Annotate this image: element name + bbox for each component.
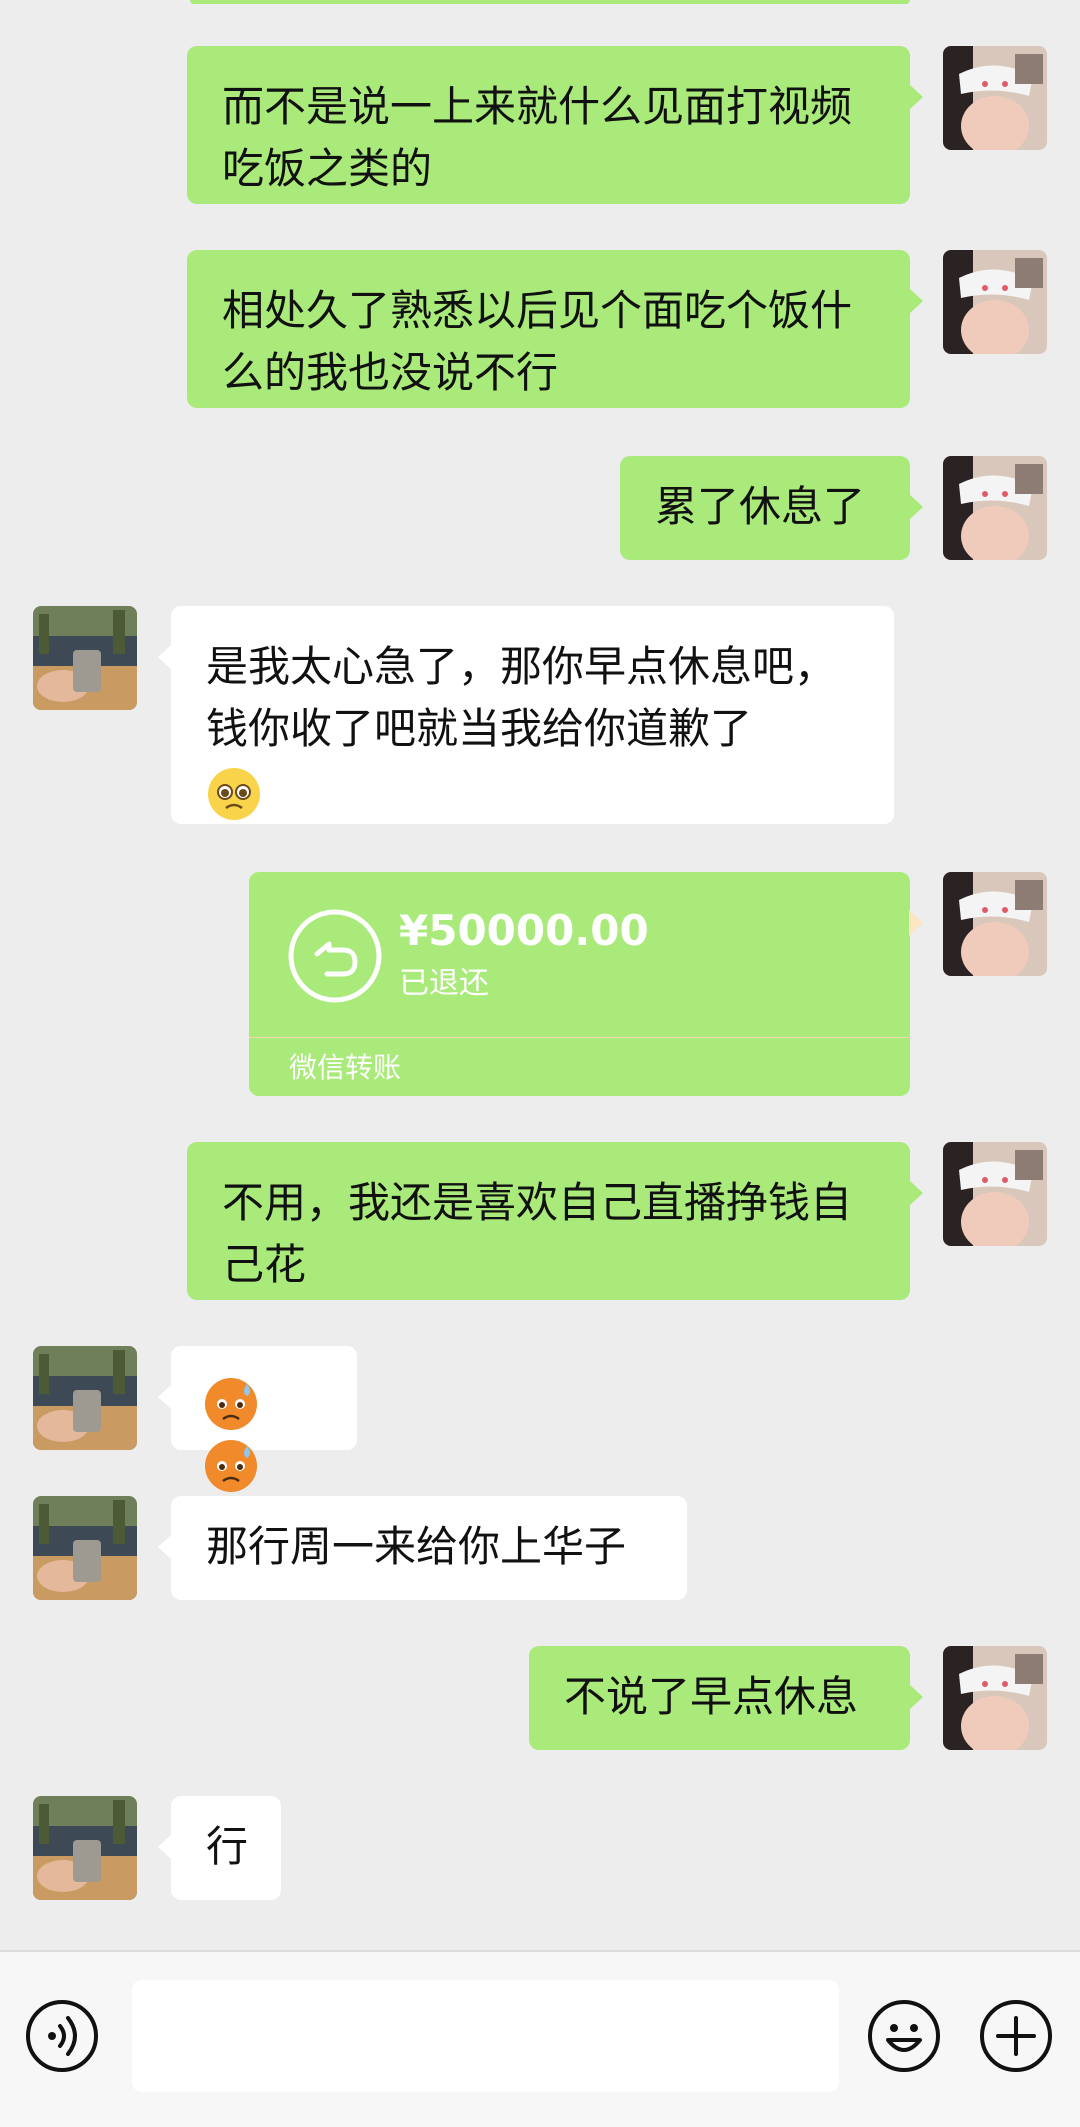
message-row: 相处久了熟悉以后见个面吃个饭什么的我也没说不行 — [0, 250, 1080, 410]
message-text: 不说了早点休息 — [564, 1672, 859, 1721]
message-bubble[interactable] — [158, 1346, 357, 1492]
pleading-face-icon — [206, 766, 262, 822]
chat-area: 而不是说一上来就什么见面打视频吃饭之类的 相处久了熟悉以后见个面吃个饭什么的我也… — [0, 0, 1080, 1950]
contact-avatar[interactable] — [33, 606, 137, 710]
voice-button[interactable] — [26, 2000, 98, 2072]
message-text: 是我太心急了，那你早点休息吧，钱你收了吧就当我给你道歉了 — [206, 642, 837, 753]
emoji-icon — [872, 2004, 936, 2072]
message-bubble[interactable]: 行 — [158, 1796, 281, 1900]
emoji-button[interactable] — [868, 2000, 940, 2072]
message-input[interactable] — [132, 1980, 839, 2092]
message-row: 而不是说一上来就什么见面打视频吃饭之类的 — [0, 46, 1080, 206]
transfer-status: 已退还 — [399, 966, 489, 1001]
my-avatar[interactable] — [943, 456, 1047, 560]
message-text: 相处久了熟悉以后见个面吃个饭什么的我也没说不行 — [222, 286, 853, 397]
message-bubble[interactable]: 是我太心急了，那你早点休息吧，钱你收了吧就当我给你道歉了 — [158, 606, 894, 824]
message-row: ¥50000.00 已退还 微信转账 — [0, 872, 1080, 1098]
message-row: 累了休息了 — [0, 456, 1080, 562]
input-toolbar — [0, 1950, 1080, 2127]
my-avatar[interactable] — [943, 1142, 1047, 1246]
my-avatar[interactable] — [943, 250, 1047, 354]
plus-button[interactable] — [980, 2000, 1052, 2072]
message-text: 那行周一来给你上华子 — [206, 1522, 627, 1571]
my-avatar[interactable] — [943, 46, 1047, 150]
refund-icon — [287, 908, 383, 1004]
message-text: 不用，我还是喜欢自己直播挣钱自己花 — [222, 1178, 853, 1289]
message-bubble[interactable]: 那行周一来给你上华子 — [158, 1496, 687, 1600]
message-text: 累了休息了 — [655, 482, 866, 531]
message-row: 是我太心急了，那你早点休息吧，钱你收了吧就当我给你道歉了 — [0, 606, 1080, 826]
message-text: 而不是说一上来就什么见面打视频吃饭之类的 — [222, 82, 853, 193]
message-bubble[interactable]: 而不是说一上来就什么见面打视频吃饭之类的 — [187, 46, 923, 204]
anxious-face-with-sweat-icon — [203, 1376, 259, 1432]
message-row: 那行周一来给你上华子 — [0, 1496, 1080, 1602]
partial-message-bubble[interactable] — [190, 0, 910, 4]
plus-icon — [984, 2004, 1048, 2072]
message-text: 行 — [206, 1822, 249, 1871]
my-avatar[interactable] — [943, 872, 1047, 976]
transfer-card[interactable]: ¥50000.00 已退还 微信转账 — [249, 872, 923, 1096]
contact-avatar[interactable] — [33, 1346, 137, 1450]
transfer-amount: ¥50000.00 — [399, 906, 649, 955]
contact-avatar[interactable] — [33, 1496, 137, 1600]
contact-avatar[interactable] — [33, 1796, 137, 1900]
message-bubble[interactable]: 不说了早点休息 — [529, 1646, 923, 1750]
message-bubble[interactable]: 相处久了熟悉以后见个面吃个饭什么的我也没说不行 — [187, 250, 923, 408]
transfer-footer: 微信转账 — [289, 1051, 402, 1084]
message-row: 不用，我还是喜欢自己直播挣钱自己花 — [0, 1142, 1080, 1302]
transfer-divider — [249, 1037, 910, 1038]
voice-icon — [30, 2004, 94, 2072]
anxious-face-with-sweat-icon — [203, 1438, 259, 1494]
message-bubble[interactable]: 累了休息了 — [620, 456, 923, 560]
message-bubble[interactable]: 不用，我还是喜欢自己直播挣钱自己花 — [187, 1142, 923, 1300]
message-row: 不说了早点休息 — [0, 1646, 1080, 1752]
message-row — [0, 1346, 1080, 1492]
message-row: 行 — [0, 1796, 1080, 1902]
my-avatar[interactable] — [943, 1646, 1047, 1750]
